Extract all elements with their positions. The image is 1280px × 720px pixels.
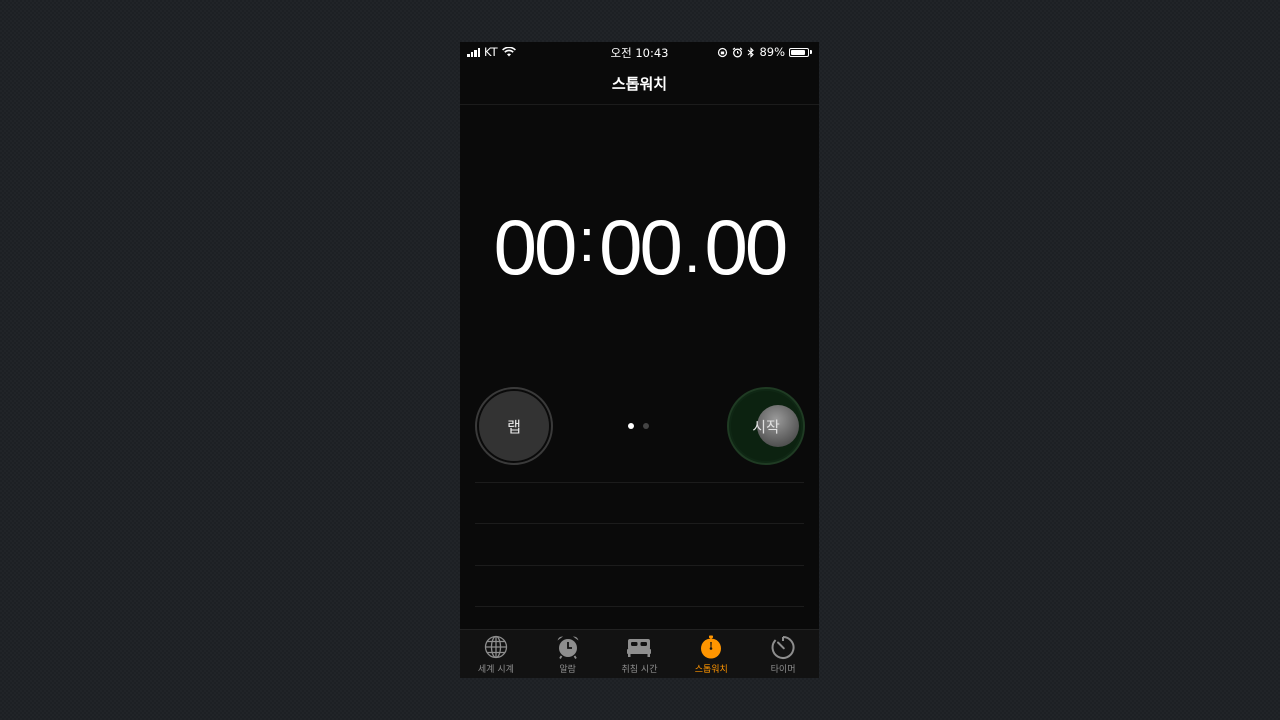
tab-stopwatch[interactable]: 스톱워치 — [675, 630, 747, 675]
status-bar: KT 오전 10:43 89% — [460, 42, 819, 62]
battery-percent: 89% — [759, 45, 785, 59]
start-button[interactable]: 시작 — [727, 387, 805, 465]
lap-button[interactable]: 랩 — [475, 387, 553, 465]
alarm-clock-icon — [557, 636, 579, 659]
tab-label: 스톱워치 — [694, 665, 728, 675]
bed-icon — [627, 639, 652, 657]
stopwatch-display: 00 : 00 . 00 — [460, 202, 819, 292]
alarm-status-icon — [733, 47, 743, 57]
page-indicator[interactable] — [628, 423, 649, 429]
orientation-lock-icon — [718, 47, 728, 57]
lap-button-label: 랩 — [507, 417, 521, 436]
tab-world-clock[interactable]: 세계 시계 — [460, 630, 532, 675]
timer-icon — [771, 635, 795, 659]
tab-alarm[interactable]: 알람 — [532, 630, 604, 675]
tab-label: 취침 시간 — [621, 665, 658, 675]
lap-list-divider — [475, 565, 804, 566]
hundredths-digits: 00 — [704, 202, 789, 291]
tab-label: 알람 — [559, 665, 576, 675]
tab-label: 세계 시계 — [477, 665, 514, 675]
tab-bar: 세계 시계 알람 취침 시간 스톱워치 타이머 — [460, 629, 819, 678]
phone-screen: KT 오전 10:43 89% 스톱워치 00: 00 . 00 랩 시작 세… — [460, 42, 819, 678]
lap-list-divider — [475, 523, 804, 524]
bluetooth-icon — [748, 46, 755, 58]
battery-tip — [810, 50, 812, 54]
page-title: 스톱워치 — [611, 74, 668, 93]
seconds-digits: 00 — [599, 202, 683, 291]
time-colon: : — [578, 206, 596, 274]
page-dot-1 — [628, 423, 634, 429]
lap-list-divider — [475, 606, 804, 607]
stopwatch-icon — [701, 635, 722, 659]
minutes-digits: 00 — [493, 202, 578, 291]
time-dot: . — [683, 218, 701, 285]
tab-timer[interactable]: 타이머 — [747, 630, 819, 675]
tab-bedtime[interactable]: 취침 시간 — [604, 630, 676, 675]
start-button-face: 시작 — [731, 391, 801, 461]
lap-button-face: 랩 — [479, 391, 549, 461]
page-dot-2 — [643, 423, 649, 429]
status-right: 89% — [717, 45, 812, 59]
tab-label: 타이머 — [770, 665, 796, 675]
lap-list-divider — [475, 482, 804, 483]
globe-icon — [484, 635, 508, 659]
start-button-label: 시작 — [752, 417, 780, 436]
battery-icon — [789, 47, 809, 57]
nav-bar: 스톱워치 — [460, 62, 819, 105]
battery-fill — [791, 49, 806, 55]
